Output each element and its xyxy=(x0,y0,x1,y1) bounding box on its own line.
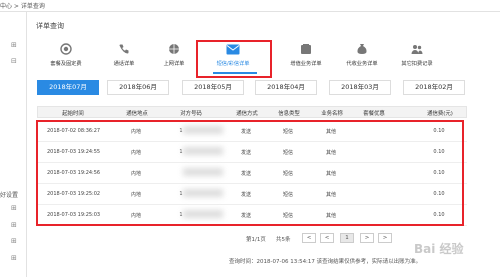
query-footnote: 查询时间：2018-07-06 13:54:17 该查询结果仅供参考，实际请以出… xyxy=(229,259,422,265)
tab-internet-detail[interactable]: 上网详单 xyxy=(145,42,203,78)
pager-info: 第1/1页 xyxy=(246,237,266,243)
column-header: 起始时间 xyxy=(62,111,84,117)
month-tab[interactable]: 2018年03月 xyxy=(329,80,391,95)
column-header: 通信费(元) xyxy=(427,111,453,117)
pager-current-page[interactable]: 1 xyxy=(340,233,354,243)
globe-icon xyxy=(167,42,181,56)
month-selector: 2018年07月 2018年06月 2018年05月 2018年04月 2018… xyxy=(37,80,487,96)
tab-other-charges[interactable]: 其它扣费记录 xyxy=(388,42,446,78)
tab-value-added-detail[interactable]: 增值业务详单 xyxy=(277,42,335,78)
app-box-icon xyxy=(299,42,313,56)
people-icon xyxy=(410,42,424,56)
tab-label: 套餐及固定费 xyxy=(50,61,82,67)
tab-package-fee[interactable]: 套餐及固定费 xyxy=(37,42,95,78)
pager-prev-button[interactable]: < xyxy=(320,233,334,243)
tab-label: 增值业务详单 xyxy=(290,61,322,67)
column-header: 业务名称 xyxy=(321,111,343,117)
circle-icon xyxy=(59,42,73,56)
expand-icon[interactable]: ⊞ xyxy=(11,205,17,212)
expand-icon[interactable]: ⊞ xyxy=(11,255,17,262)
highlight-box-sms-tab xyxy=(196,40,272,78)
top-bar: 中心 > 详单查询 xyxy=(0,0,500,12)
nav-label-settings: 好设置 xyxy=(0,192,19,199)
expand-icon[interactable]: ⊞ xyxy=(11,238,17,245)
pager-total: 共5条 xyxy=(276,237,291,243)
column-header: 通信地点 xyxy=(126,111,148,117)
watermark-logo: Bai 经验 xyxy=(414,242,464,256)
month-tab[interactable]: 2018年04月 xyxy=(255,80,317,95)
highlight-box-table xyxy=(36,120,464,226)
pager-next-button[interactable]: > xyxy=(360,233,374,243)
expand-icon[interactable]: ⊞ xyxy=(11,222,17,229)
month-tab[interactable]: 2018年05月 xyxy=(182,80,244,95)
month-tab[interactable]: 2018年02月 xyxy=(403,80,465,95)
money-bag-icon xyxy=(355,42,369,56)
column-header: 通信方式 xyxy=(236,111,258,117)
tab-collection-detail[interactable]: 代收业务详单 xyxy=(333,42,391,78)
breadcrumb: 中心 > 详单查询 xyxy=(0,3,45,10)
section-title: 详单查询 xyxy=(36,22,64,30)
month-tab[interactable]: 2018年06月 xyxy=(107,80,169,95)
column-header: 套餐优惠 xyxy=(363,111,385,117)
phone-icon xyxy=(117,42,131,56)
tab-label: 其它扣费记录 xyxy=(401,61,433,67)
expand-icon[interactable]: ⊞ xyxy=(11,42,17,49)
month-tab[interactable]: 2018年07月 xyxy=(37,80,99,95)
column-header: 信息类型 xyxy=(278,111,300,117)
column-header: 对方号码 xyxy=(180,111,202,117)
table-header: 起始时间 通信地点 对方号码 通信方式 信息类型 业务名称 套餐优惠 通信费(元… xyxy=(37,106,467,118)
collapse-icon[interactable]: ⊟ xyxy=(11,58,17,65)
pager-prev-button[interactable]: < xyxy=(302,233,316,243)
tab-label: 代收业务详单 xyxy=(346,61,378,67)
left-nav: ⊞ ⊟ 好设置 ⊞ ⊞ ⊞ ⊞ xyxy=(0,12,27,277)
pager-next-button[interactable]: > xyxy=(378,233,392,243)
tab-label: 上网详单 xyxy=(163,61,185,67)
